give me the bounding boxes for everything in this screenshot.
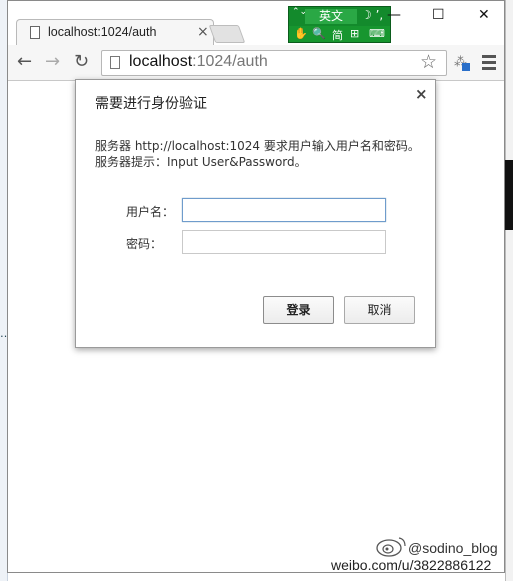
cancel-button[interactable]: 取消 xyxy=(344,296,415,324)
login-button[interactable]: 登录 xyxy=(263,296,334,324)
ime-top-row: ⌃⌄ 英文 ☽ ’, xyxy=(289,7,390,26)
weibo-logo-icon xyxy=(376,537,406,557)
ime-language-mode[interactable]: 英文 xyxy=(305,9,357,24)
maximize-button[interactable]: ☐ xyxy=(432,7,445,23)
dialog-message-line2: 服务器提示：Input User&Password。 xyxy=(95,155,307,169)
ime-bottom-row: ✋ 🔍 简 ⊞ ⌨ xyxy=(289,26,390,42)
ime-toolbar[interactable]: ⌃⌄ 英文 ☽ ’, ✋ 🔍 简 ⊞ ⌨ xyxy=(288,6,391,43)
close-window-button[interactable]: ✕ xyxy=(478,7,490,23)
password-input[interactable] xyxy=(182,230,386,254)
background-window-fragment xyxy=(505,160,513,230)
username-input[interactable] xyxy=(182,198,386,222)
auth-dialog: 需要进行身份验证 × 服务器 http://localhost:1024 要求用… xyxy=(75,79,436,348)
ime-punctuation-toggle[interactable]: ☽ ’, xyxy=(361,8,383,22)
menu-icon[interactable] xyxy=(482,55,496,73)
page-info-icon[interactable] xyxy=(110,56,120,69)
username-label: 用户名： xyxy=(126,205,175,219)
ime-layout-icon[interactable]: ⊞ xyxy=(350,27,359,40)
reload-button[interactable]: ↻ xyxy=(74,51,89,72)
ime-hand-icon[interactable]: ✋ xyxy=(294,27,308,40)
ime-search-icon[interactable]: 🔍 xyxy=(312,27,326,40)
background-window-right xyxy=(505,0,513,581)
dialog-title: 需要进行身份验证 xyxy=(95,96,207,112)
page-icon xyxy=(30,26,40,39)
back-button[interactable]: ← xyxy=(17,51,32,72)
ime-simplified-toggle[interactable]: 简 xyxy=(332,27,343,43)
bookmark-star-icon[interactable]: ☆ xyxy=(420,51,437,73)
tab-close-icon[interactable]: × xyxy=(197,24,209,40)
password-label: 密码： xyxy=(126,237,163,251)
watermark-url: weibo.com/u/3822886122 xyxy=(331,557,492,573)
tab-title: localhost:1024/auth xyxy=(48,25,157,39)
ime-keyboard-icon[interactable]: ⌨ xyxy=(369,27,385,40)
watermark-account: @sodino_blog xyxy=(408,540,498,556)
address-bar[interactable]: localhost:1024/auth ☆ xyxy=(101,50,447,76)
title-bar: localhost:1024/auth × ⌃⌄ 英文 ☽ ’, ✋ 🔍 简 ⊞… xyxy=(8,1,504,46)
minimize-button[interactable]: — xyxy=(387,7,401,23)
forward-button[interactable]: → xyxy=(45,51,60,72)
extension-translate-icon[interactable]: ⁂ xyxy=(454,54,470,72)
dialog-message-line1: 服务器 http://localhost:1024 要求用户输入用户名和密码。 xyxy=(95,139,420,153)
url-text[interactable]: localhost:1024/auth xyxy=(129,53,268,71)
new-tab-button[interactable] xyxy=(208,25,246,43)
browser-toolbar: ← → ↻ localhost:1024/auth ☆ ⁂ xyxy=(8,45,504,81)
dialog-close-icon[interactable]: × xyxy=(415,85,428,103)
tab-active[interactable]: localhost:1024/auth × xyxy=(16,19,214,46)
